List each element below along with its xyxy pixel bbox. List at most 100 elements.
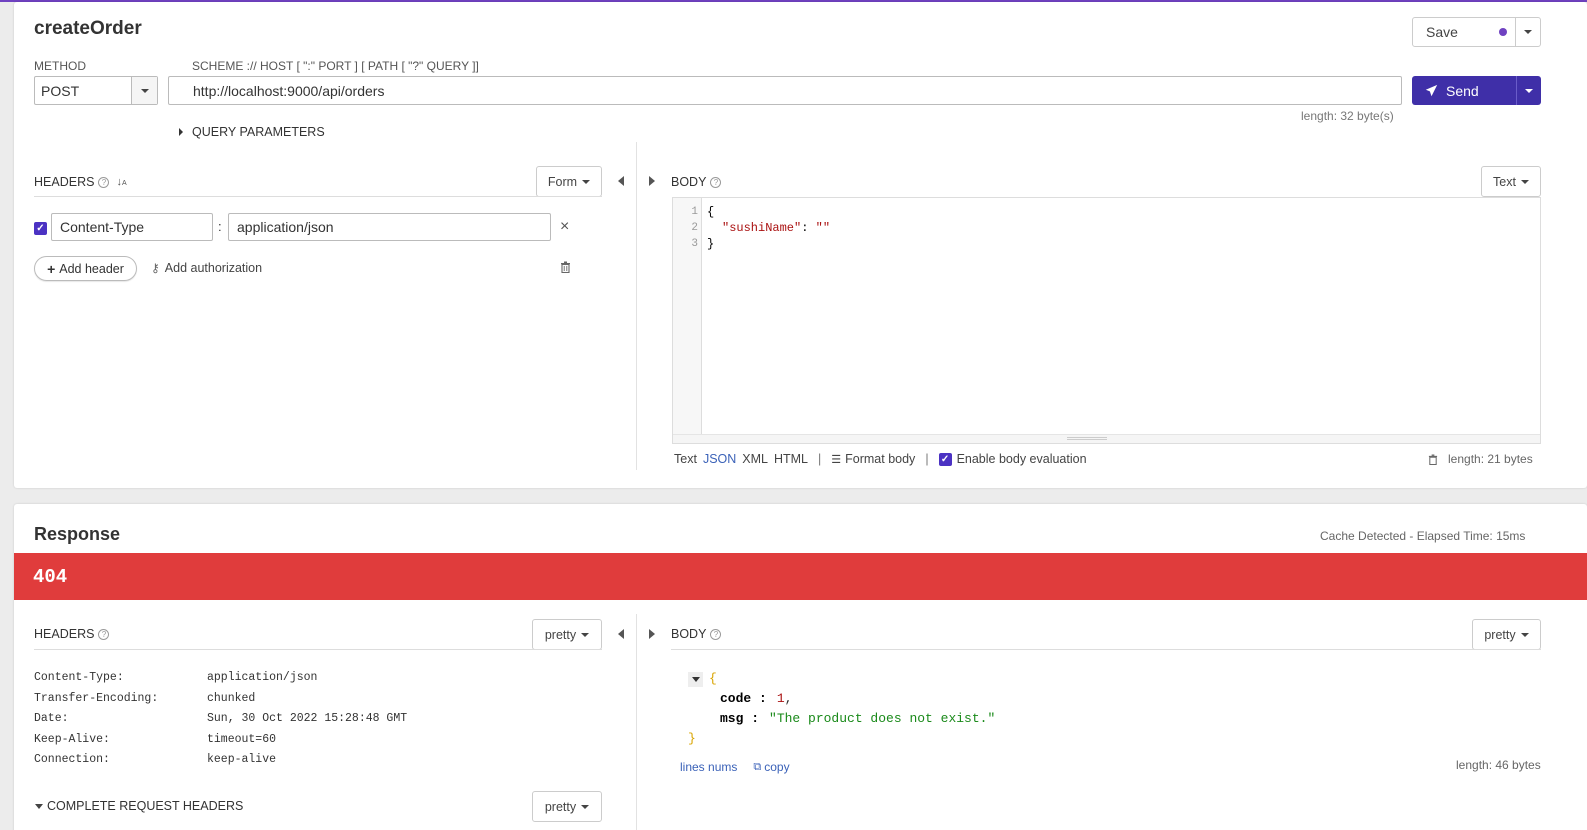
remove-header-icon[interactable]: × xyxy=(560,218,569,236)
chevron-down-icon xyxy=(1524,30,1532,34)
method-dropdown-toggle[interactable] xyxy=(131,77,157,104)
header-enabled-checkbox[interactable]: ✓ xyxy=(34,222,47,235)
paper-plane-icon xyxy=(1425,84,1438,97)
chevron-down-icon xyxy=(35,803,43,809)
response-title: Response xyxy=(34,524,121,544)
body-section-label: BODY? xyxy=(671,175,722,189)
chevron-down-icon xyxy=(1520,179,1529,184)
chevron-down-icon xyxy=(140,88,149,93)
json-close-row: } xyxy=(688,731,696,746)
response-headers-label: HEADERS? xyxy=(34,627,110,641)
divider xyxy=(34,196,602,197)
send-button[interactable]: Send xyxy=(1412,76,1517,105)
response-body-label: BODY? xyxy=(671,627,722,641)
panel-splitter[interactable] xyxy=(636,142,637,470)
save-button[interactable]: Save xyxy=(1413,18,1516,46)
format-html-link[interactable]: HTML xyxy=(774,452,808,466)
request-title: createOrder xyxy=(34,18,142,39)
response-panel: Response Cache Detected - Elapsed Time: … xyxy=(14,504,1587,830)
status-code: 404 xyxy=(33,566,68,588)
separator: | xyxy=(818,452,822,466)
header-row: Keep-Alive: timeout=60 xyxy=(34,732,277,746)
trash-icon[interactable] xyxy=(1428,454,1438,465)
response-json-viewer: { code :1, msg : "The product does not ex… xyxy=(688,669,995,749)
header-row: Date: Sun, 30 Oct 2022 15:28:48 GMT xyxy=(34,712,408,726)
complete-request-headers-toggle[interactable]: COMPLETE REQUEST HEADERS xyxy=(35,799,243,813)
copy-button[interactable]: copy xyxy=(764,760,789,774)
method-select[interactable]: POST xyxy=(34,76,158,105)
response-body-footer: lines nums ⧉ copy xyxy=(680,760,790,774)
add-authorization-link[interactable]: ⚷ Add authorization xyxy=(151,261,262,275)
help-icon[interactable]: ? xyxy=(98,177,110,188)
headers-section-label: HEADERS ? ↓A xyxy=(34,175,127,189)
request-panel: createOrder Save METHOD POST SCHEME :// … xyxy=(14,2,1587,488)
format-xml-link[interactable]: XML xyxy=(742,452,768,466)
line-nums-toggle[interactable]: lines nums xyxy=(680,760,737,774)
help-icon[interactable]: ? xyxy=(710,177,722,188)
line-number: 2 xyxy=(691,222,698,234)
copy-icon[interactable]: ⧉ xyxy=(753,761,761,774)
json-field: msg : "The product does not exist." xyxy=(720,711,996,726)
format-json-link[interactable]: JSON xyxy=(703,452,736,466)
key-icon: ⚷ xyxy=(151,261,160,275)
body-mode-select[interactable]: Text xyxy=(1481,166,1541,197)
response-headers-mode-select[interactable]: pretty xyxy=(532,619,602,650)
resize-handle-icon xyxy=(1067,437,1107,440)
plus-icon: + xyxy=(47,260,56,277)
divider xyxy=(34,649,602,650)
chevron-down-icon xyxy=(582,179,591,184)
send-button-group: Send xyxy=(1412,76,1541,105)
code-content: { "sushiName": "" } xyxy=(707,204,830,252)
sort-icon[interactable]: ↓A xyxy=(116,176,126,188)
chevron-down-icon xyxy=(581,632,590,637)
header-separator: : xyxy=(218,219,222,234)
query-parameters-toggle[interactable]: QUERY PARAMETERS xyxy=(179,125,325,139)
response-body-mode-select[interactable]: pretty xyxy=(1472,619,1541,650)
separator: | xyxy=(925,452,929,466)
send-options-button[interactable] xyxy=(1517,76,1541,105)
header-row: Connection: keep-alive xyxy=(34,753,277,767)
json-open-row: { xyxy=(688,669,995,689)
code-line: } xyxy=(707,237,715,251)
enable-body-eval-label: Enable body evaluation xyxy=(956,452,1087,466)
status-bar: 404 xyxy=(14,553,1587,600)
collapse-json-icon[interactable] xyxy=(688,671,703,687)
body-footer: Text JSON XML HTML | ☰ Format body | ✓ E… xyxy=(674,452,1087,466)
body-length-area: length: 21 bytes xyxy=(1428,452,1533,466)
chevron-down-icon xyxy=(581,804,590,809)
code-line: "sushiName": "" xyxy=(722,221,831,235)
help-icon[interactable]: ? xyxy=(98,629,110,640)
collapse-right-icon[interactable] xyxy=(649,176,655,186)
trash-icon[interactable] xyxy=(560,261,571,276)
chevron-right-icon xyxy=(179,128,183,136)
url-input[interactable]: http://localhost:9000/api/orders xyxy=(168,76,1402,105)
help-icon[interactable]: ? xyxy=(710,629,722,640)
complete-headers-mode-select[interactable]: pretty xyxy=(532,791,602,822)
response-body-length: length: 46 bytes xyxy=(1456,758,1541,772)
cache-info: Cache Detected - Elapsed Time: 15ms xyxy=(1320,529,1526,543)
collapse-left-icon[interactable] xyxy=(618,176,624,186)
chevron-down-icon xyxy=(1520,632,1529,637)
editor-resize-bar[interactable] xyxy=(673,434,1540,443)
add-header-button[interactable]: + Add header xyxy=(34,256,137,281)
headers-mode-select[interactable]: Form xyxy=(536,166,602,197)
json-field: code :1, xyxy=(720,691,793,706)
unsaved-dot-icon xyxy=(1499,28,1507,36)
header-row: Content-Type: application/json xyxy=(34,671,318,684)
save-options-button[interactable] xyxy=(1516,18,1540,46)
format-text-link[interactable]: Text xyxy=(674,452,697,466)
header-value-input[interactable]: application/json xyxy=(228,213,551,241)
url-label: SCHEME :// HOST [ ":" PORT ] [ PATH [ "?… xyxy=(192,59,479,73)
header-name-input[interactable]: Content-Type xyxy=(51,213,213,241)
enable-body-eval-checkbox[interactable]: ✓ xyxy=(938,452,952,466)
format-body-button[interactable]: Format body xyxy=(845,452,915,466)
body-editor[interactable]: 1 2 3 { "sushiName": "" } xyxy=(672,197,1541,444)
code-line: { xyxy=(707,205,715,219)
line-number: 1 xyxy=(691,206,698,218)
save-button-group: Save xyxy=(1412,17,1541,47)
collapse-left-icon[interactable] xyxy=(618,629,624,639)
response-headers-list: Content-Type: application/json Transfer-E… xyxy=(34,668,407,771)
collapse-right-icon[interactable] xyxy=(649,629,655,639)
panel-splitter[interactable] xyxy=(636,614,637,830)
url-length: length: 32 byte(s) xyxy=(1301,109,1394,123)
